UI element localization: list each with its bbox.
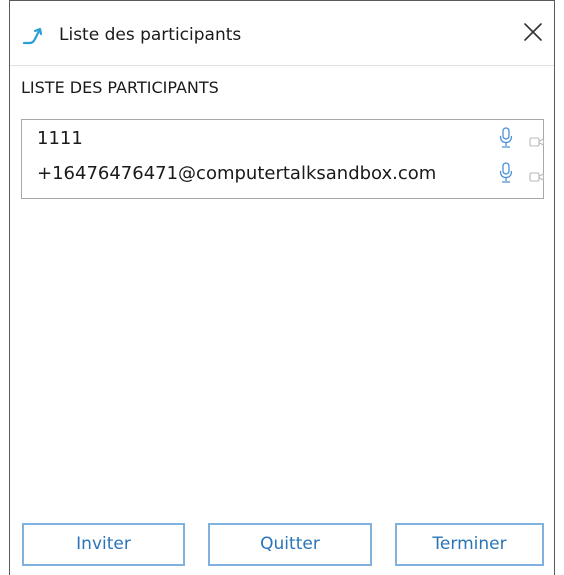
camera-icon[interactable] <box>529 133 545 147</box>
camera-icon[interactable] <box>529 168 545 182</box>
title-bar: Liste des participants <box>10 1 554 66</box>
participant-name: 1111 <box>37 128 83 149</box>
participants-list: 1111 +16476476471@computertalksandbox.co… <box>21 119 545 199</box>
participants-window: Liste des participants LISTE DES PARTICI… <box>9 0 555 575</box>
microphone-icon[interactable] <box>499 162 513 184</box>
participant-row[interactable]: 1111 <box>22 124 545 154</box>
participant-name: +16476476471@computertalksandbox.com <box>37 163 437 184</box>
invite-button[interactable]: Inviter <box>22 523 185 566</box>
microphone-icon[interactable] <box>499 127 513 149</box>
call-arrow-icon <box>22 21 48 47</box>
quit-button[interactable]: Quitter <box>208 523 372 566</box>
participant-row[interactable]: +16476476471@computertalksandbox.com <box>22 159 545 189</box>
section-header: LISTE DES PARTICIPANTS <box>21 78 219 97</box>
window-title: Liste des participants <box>59 25 242 45</box>
end-button[interactable]: Terminer <box>395 523 544 566</box>
close-icon[interactable] <box>520 19 546 45</box>
